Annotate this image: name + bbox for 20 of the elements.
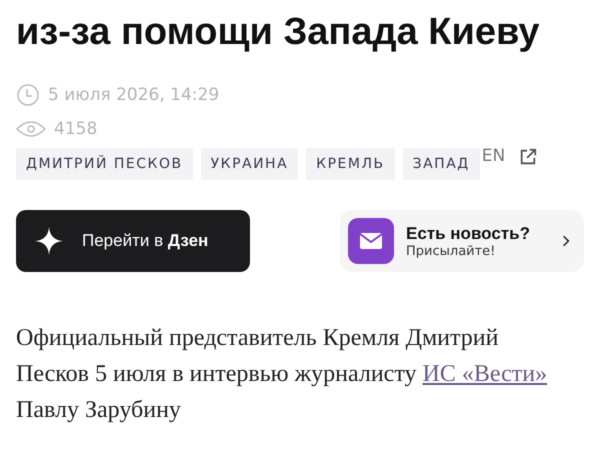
tag-link[interactable]: ЗАПАД [402,148,480,180]
source-link[interactable]: ИС «Вести» [422,361,548,387]
clock-icon [16,83,40,107]
external-link-icon[interactable] [519,148,538,166]
tag-link[interactable]: КРЕМЛЬ [306,148,395,180]
card-subtitle: Присылайте! [406,244,496,258]
headline: из-за помощи Запада Киеву [16,10,541,55]
sparkle-icon [34,226,64,256]
card-title: Есть новость? [406,224,531,244]
language-link[interactable]: EN [482,146,506,166]
view-count: 4158 [54,119,98,139]
tag-link[interactable]: ДМИТРИЙ ПЕСКОВ [16,148,193,180]
article-paragraph: Официальный представитель Кремля Дмитрий Песков 5 июля в интервью журналисту ИС «Вести» Павлу Зарубину [16,324,548,425]
envelope-icon [348,218,394,264]
eye-icon [16,119,46,139]
chevron-icon [562,234,570,248]
dzen-button[interactable]: Перейти в Дзен [16,210,250,272]
news-tip-card[interactable]: Есть новость? Присылайте! [340,210,584,272]
tag-link[interactable]: УКРАИНА [200,148,298,180]
publish-date: 5 июля 2026, 14:29 [48,85,220,105]
